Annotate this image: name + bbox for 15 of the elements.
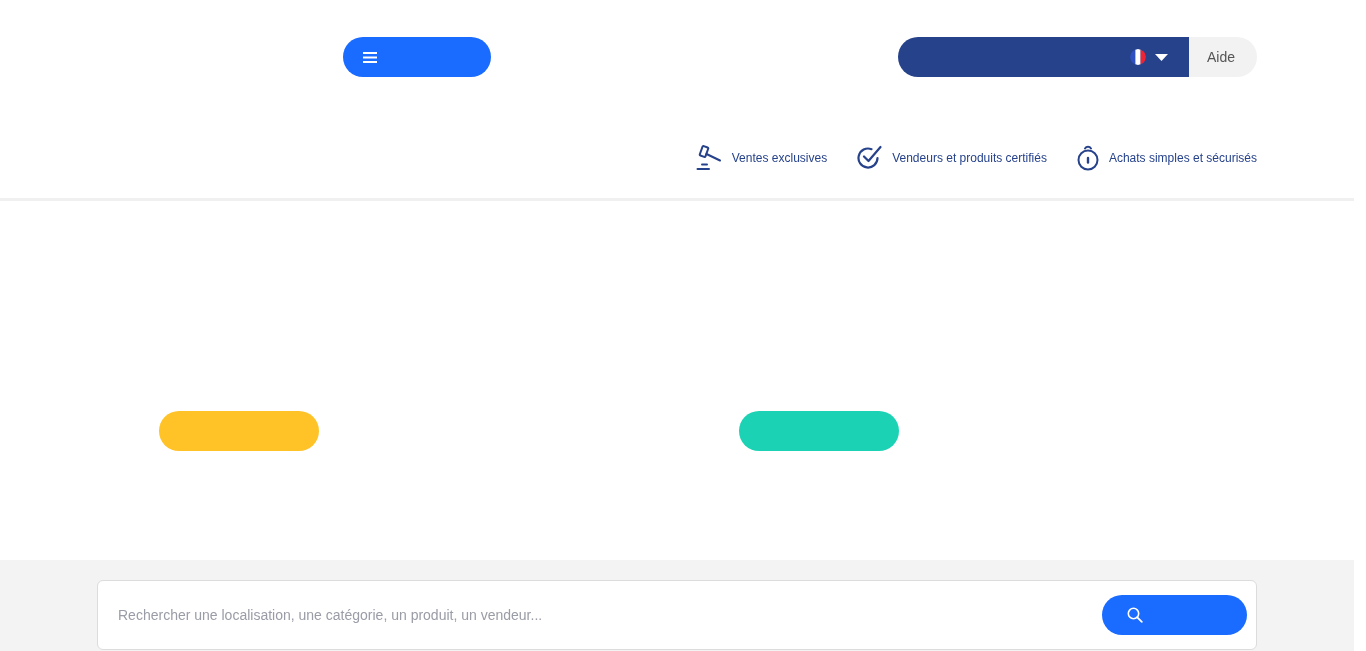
menu-icon <box>363 51 377 63</box>
feature-label: Ventes exclusives <box>731 149 828 167</box>
feature-label: Vendeurs et produits certifiés <box>892 149 1047 167</box>
timer-icon <box>1076 144 1099 171</box>
feature-label: Achats simples et sécurisés <box>1108 149 1257 167</box>
account-button[interactable] <box>898 37 1189 77</box>
search-button[interactable] <box>1102 595 1247 635</box>
check-circle-icon <box>857 145 883 170</box>
flag-icon <box>1130 49 1146 65</box>
caret-icon <box>1155 53 1168 61</box>
search-bar[interactable]: Rechercher une localisation, une catégorie, un produit, un vendeur... <box>97 580 1257 650</box>
gavel-icon <box>695 144 722 171</box>
menu-button[interactable] <box>343 37 491 77</box>
search-icon <box>1127 607 1143 623</box>
help-link[interactable]: Aide <box>1189 37 1257 77</box>
